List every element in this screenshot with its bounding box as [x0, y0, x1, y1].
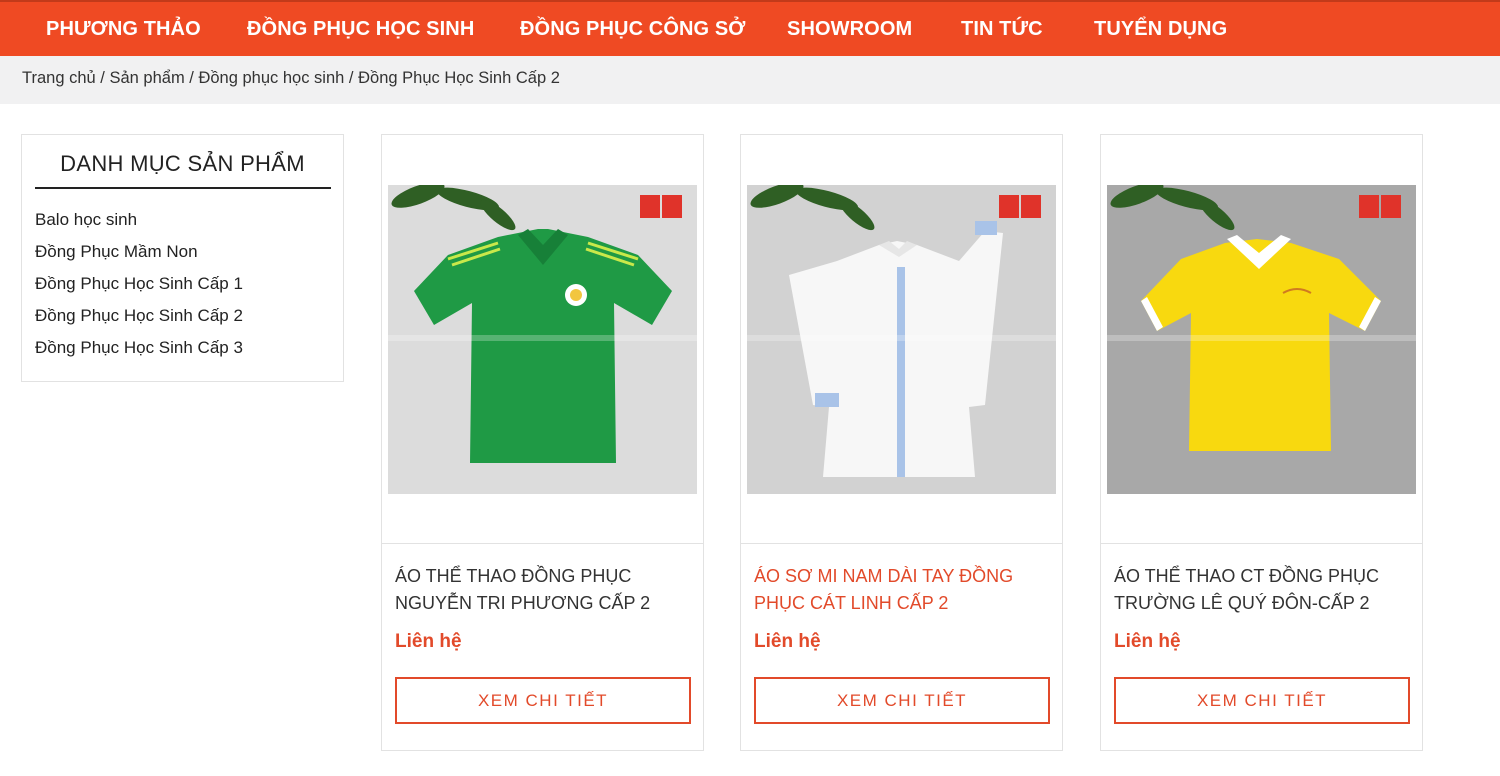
- sidebar-title: DANH MỤC SẢN PHẨM: [60, 151, 305, 176]
- product-title-line-2: PHỤC CÁT LINH CẤP 2: [754, 593, 949, 613]
- product-price: Liên hệ: [1114, 631, 1181, 652]
- category-item-cap-2[interactable]: Đồng Phục Học Sinh Cấp 2: [35, 305, 243, 337]
- nav-item-dong-phuc-hoc-sinh[interactable]: ĐỒNG PHỤC HỌC SINH: [247, 2, 474, 56]
- breadcrumb-student-uniform[interactable]: Đồng phục học sinh: [198, 69, 344, 87]
- product-price: Liên hệ: [395, 631, 462, 652]
- nav-item-showroom[interactable]: SHOWROOM: [787, 2, 912, 56]
- product-card: ÁO THỂ THAO ĐỒNG PHỤC NGUYỄN TRI PHƯƠNG …: [381, 134, 704, 751]
- breadcrumb: Trang chủ / Sản phẩm / Đồng phục học sin…: [22, 56, 560, 100]
- product-title[interactable]: ÁO THỂ THAO CT ĐỒNG PHỤC TRƯỜNG LÊ QUÝ Đ…: [1114, 563, 1414, 617]
- category-sidebar: DANH MỤC SẢN PHẨM Balo học sinh Đồng Phụ…: [21, 134, 344, 382]
- sidebar-title-underline: [35, 187, 331, 189]
- breadcrumb-separator: /: [348, 69, 354, 87]
- product-title-line-1: ÁO SƠ MI NAM DÀI TAY ĐỒNG: [754, 566, 1014, 586]
- card-divider: [382, 543, 703, 544]
- product-title-line-2: NGUYỄN TRI PHƯƠNG CẤP 2: [395, 593, 651, 613]
- product-card: ÁO SƠ MI NAM DÀI TAY ĐỒNG PHỤC CÁT LINH …: [740, 134, 1063, 751]
- category-item-cap-1[interactable]: Đồng Phục Học Sinh Cấp 1: [35, 273, 243, 305]
- product-card: ÁO THỂ THAO CT ĐỒNG PHỤC TRƯỜNG LÊ QUÝ Đ…: [1100, 134, 1423, 751]
- product-price: Liên hệ: [754, 631, 821, 652]
- view-details-button[interactable]: XEM CHI TIẾT: [1114, 677, 1410, 724]
- product-title[interactable]: ÁO THỂ THAO ĐỒNG PHỤC NGUYỄN TRI PHƯƠNG …: [395, 563, 695, 617]
- product-title[interactable]: ÁO SƠ MI NAM DÀI TAY ĐỒNG PHỤC CÁT LINH …: [754, 563, 1054, 617]
- category-item-balo[interactable]: Balo học sinh: [35, 209, 243, 241]
- breadcrumb-home[interactable]: Trang chủ: [22, 69, 96, 87]
- product-image[interactable]: [747, 185, 1056, 494]
- polo-shirt-image: [1107, 185, 1416, 494]
- product-title-line-1: ÁO THỂ THAO ĐỒNG PHỤC: [395, 566, 632, 586]
- view-details-button[interactable]: XEM CHI TIẾT: [395, 677, 691, 724]
- nav-item-tin-tuc[interactable]: TIN TỨC: [961, 2, 1043, 56]
- breadcrumb-separator: /: [189, 69, 194, 87]
- category-item-cap-3[interactable]: Đồng Phục Học Sinh Cấp 3: [35, 337, 243, 369]
- card-divider: [741, 543, 1062, 544]
- product-image[interactable]: [1107, 185, 1416, 494]
- main-nav-bar: PHƯƠNG THẢO ĐỒNG PHỤC HỌC SINH ĐỒNG PHỤC…: [0, 0, 1500, 56]
- breadcrumb-separator: /: [100, 69, 105, 87]
- breadcrumb-products[interactable]: Sản phẩm: [109, 69, 184, 87]
- view-details-button[interactable]: XEM CHI TIẾT: [754, 677, 1050, 724]
- dress-shirt-image: [747, 185, 1056, 494]
- category-item-mam-non[interactable]: Đồng Phục Mầm Non: [35, 241, 243, 273]
- polo-shirt-image: [388, 185, 697, 494]
- product-image[interactable]: [388, 185, 697, 494]
- nav-item-tuyen-dung[interactable]: TUYỂN DỤNG: [1094, 2, 1227, 56]
- breadcrumb-current: Đồng Phục Học Sinh Cấp 2: [358, 69, 560, 87]
- card-divider: [1101, 543, 1422, 544]
- nav-item-dong-phuc-cong-so[interactable]: ĐỒNG PHỤC CÔNG SỞ: [520, 2, 745, 56]
- breadcrumb-bar: Trang chủ / Sản phẩm / Đồng phục học sin…: [0, 56, 1500, 104]
- nav-item-phuong-thao[interactable]: PHƯƠNG THẢO: [46, 2, 201, 56]
- product-title-line-2: TRƯỜNG LÊ QUÝ ĐÔN-CẤP 2: [1114, 593, 1370, 613]
- product-title-line-1: ÁO THỂ THAO CT ĐỒNG PHỤC: [1114, 566, 1380, 586]
- category-list: Balo học sinh Đồng Phục Mầm Non Đồng Phụ…: [35, 209, 243, 369]
